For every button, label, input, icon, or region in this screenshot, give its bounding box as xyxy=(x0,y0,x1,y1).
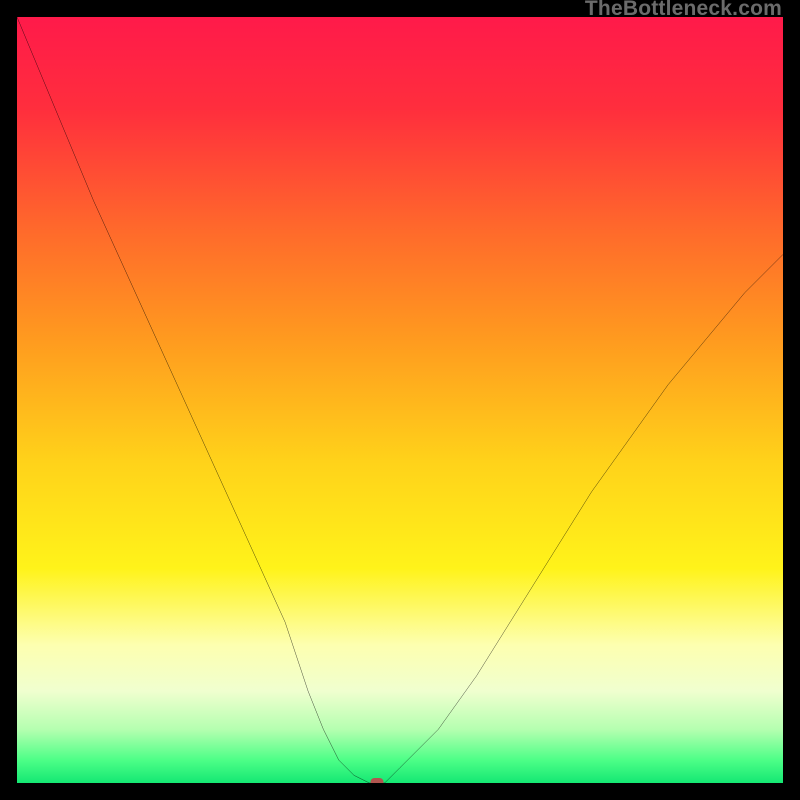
optimal-marker xyxy=(371,778,384,783)
plot-area xyxy=(17,17,783,783)
chart-container: TheBottleneck.com xyxy=(0,0,800,800)
bottleneck-curve xyxy=(17,17,783,783)
